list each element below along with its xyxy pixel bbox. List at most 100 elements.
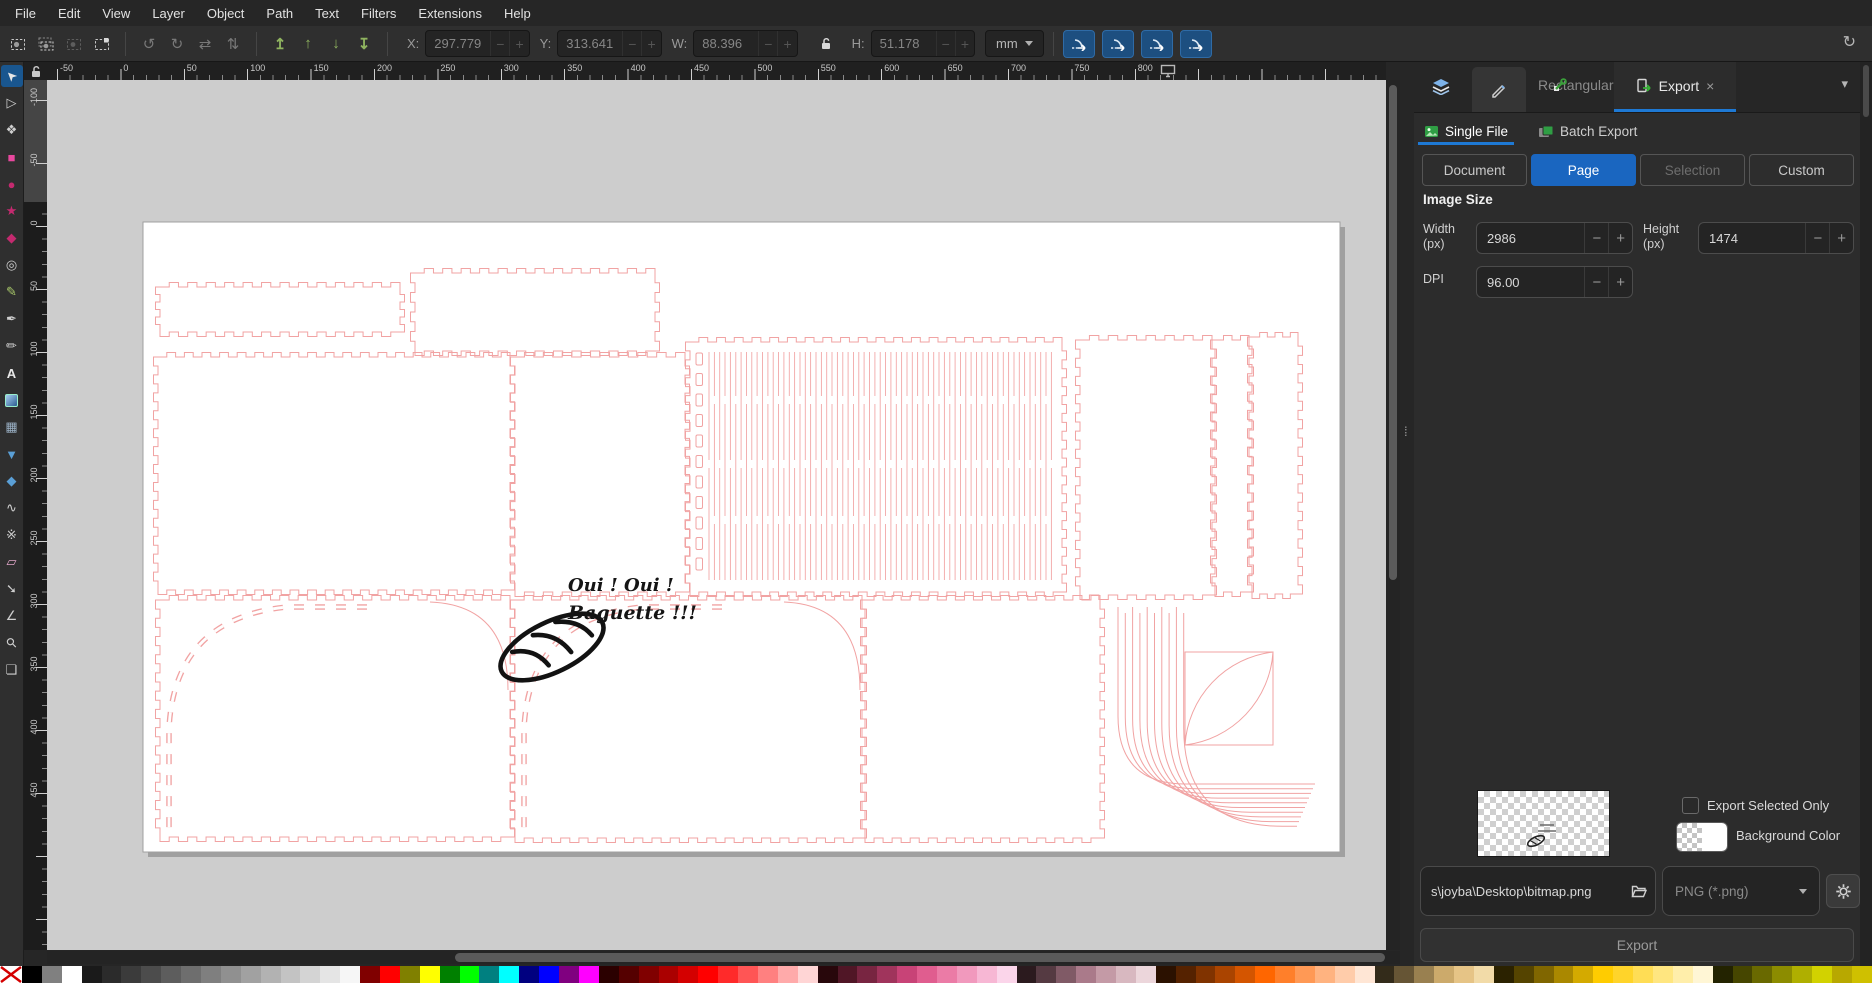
horizontal-scrollbar[interactable] <box>47 951 1400 964</box>
palette-swatch[interactable] <box>678 966 698 983</box>
palette-swatch[interactable] <box>281 966 301 983</box>
tweak-tool[interactable]: ∿ <box>1 497 23 519</box>
palette-swatch[interactable] <box>1534 966 1554 983</box>
zoom-tool[interactable]: ⚲ <box>1 632 23 654</box>
palette-swatch[interactable] <box>300 966 320 983</box>
flip-horizontal-icon[interactable]: ⇄ <box>191 31 219 57</box>
palette-swatch[interactable] <box>1733 966 1753 983</box>
scale-stroke-toggle[interactable] <box>1063 30 1095 58</box>
menu-path[interactable]: Path <box>255 2 304 25</box>
palette-swatch[interactable] <box>460 966 480 983</box>
palette-swatch[interactable] <box>1235 966 1255 983</box>
palette-swatch[interactable] <box>1812 966 1832 983</box>
height-value[interactable]: 1474 <box>1709 231 1805 246</box>
mesh-gradient-tool[interactable]: ▦ <box>1 416 23 438</box>
rotate-cw-icon[interactable]: ↻ <box>163 31 191 57</box>
filename-field[interactable] <box>1420 866 1656 916</box>
flip-vertical-icon[interactable]: ⇅ <box>219 31 247 57</box>
area-button-custom[interactable]: Custom <box>1749 154 1854 186</box>
vertical-ruler[interactable]: -100-50050100150200250300350400450 <box>24 80 47 950</box>
vertical-scrollbar[interactable] <box>1386 80 1400 950</box>
menu-help[interactable]: Help <box>493 2 542 25</box>
palette-swatch[interactable] <box>957 966 977 983</box>
minus-button[interactable]: − <box>1584 223 1608 253</box>
area-button-selection[interactable]: Selection <box>1640 154 1745 186</box>
palette-swatch[interactable] <box>559 966 579 983</box>
palette-swatch[interactable] <box>798 966 818 983</box>
plus-button[interactable]: + <box>1608 223 1632 253</box>
text-tool[interactable]: A <box>1 362 23 384</box>
palette-swatch[interactable] <box>82 966 102 983</box>
select-all-layers-icon[interactable] <box>32 31 60 57</box>
format-dropdown[interactable]: PNG (*.png) <box>1662 866 1820 916</box>
palette-swatch[interactable] <box>1554 966 1574 983</box>
panel-splitter[interactable]: ⁞ <box>1400 62 1414 966</box>
star-tool[interactable]: ★ <box>1 200 23 222</box>
v-scrollbar-thumb[interactable] <box>1389 85 1397 580</box>
palette-swatch[interactable] <box>1375 966 1395 983</box>
palette-swatch[interactable] <box>579 966 599 983</box>
palette-swatch[interactable] <box>917 966 937 983</box>
palette-swatch[interactable] <box>1693 966 1713 983</box>
palette-swatch[interactable] <box>619 966 639 983</box>
palette-swatch[interactable] <box>937 966 957 983</box>
tab-layers[interactable] <box>1430 78 1452 100</box>
palette-swatch[interactable] <box>201 966 221 983</box>
palette-swatch[interactable] <box>1673 966 1693 983</box>
palette-swatch[interactable] <box>1633 966 1653 983</box>
palette-swatch[interactable] <box>1573 966 1593 983</box>
export-selected-only[interactable]: Export Selected Only <box>1682 797 1829 814</box>
palette-swatch[interactable] <box>1772 966 1792 983</box>
palette-swatch[interactable] <box>360 966 380 983</box>
palette-swatch[interactable] <box>1613 966 1633 983</box>
palette-swatch[interactable] <box>1116 966 1136 983</box>
x-input[interactable]: 297.779−+ <box>425 30 529 57</box>
tab-rectangular-grid[interactable]: Rectangular <box>1538 77 1567 93</box>
palette-swatch[interactable] <box>1295 966 1315 983</box>
palette-swatch[interactable] <box>997 966 1017 983</box>
palette-swatch[interactable] <box>1335 966 1355 983</box>
panel-scrollbar[interactable] <box>1860 62 1872 966</box>
palette-swatch[interactable] <box>1036 966 1056 983</box>
palette-swatch[interactable] <box>479 966 499 983</box>
selection-box-icon[interactable] <box>88 31 116 57</box>
palette-swatch[interactable] <box>1076 966 1096 983</box>
plus-button[interactable]: + <box>1608 267 1632 297</box>
gradient-tool[interactable] <box>1 389 23 411</box>
palette-swatch[interactable] <box>1355 966 1375 983</box>
eraser-tool[interactable]: ▱ <box>1 551 23 573</box>
palette-swatch[interactable] <box>1713 966 1733 983</box>
ruler-lock-corner[interactable] <box>24 62 47 80</box>
palette-swatch[interactable] <box>261 966 281 983</box>
palette-swatch[interactable] <box>1454 966 1474 983</box>
width-value[interactable]: 2986 <box>1487 231 1584 246</box>
no-color-swatch[interactable] <box>0 966 22 983</box>
palette-swatch[interactable] <box>1792 966 1812 983</box>
palette-swatch[interactable] <box>857 966 877 983</box>
area-button-page[interactable]: Page <box>1531 154 1636 186</box>
menu-extensions[interactable]: Extensions <box>407 2 493 25</box>
palette-swatch[interactable] <box>778 966 798 983</box>
palette-swatch[interactable] <box>161 966 181 983</box>
canvas[interactable]: Oui ! Oui !Baguette !!! <box>47 80 1386 950</box>
palette-swatch[interactable] <box>1215 966 1235 983</box>
palette-swatch[interactable] <box>1394 966 1414 983</box>
menu-edit[interactable]: Edit <box>47 2 91 25</box>
minus-button[interactable]: − <box>1584 267 1608 297</box>
palette-swatch[interactable] <box>440 966 460 983</box>
palette-swatch[interactable] <box>1017 966 1037 983</box>
palette-swatch[interactable] <box>1852 966 1872 983</box>
minus-button[interactable]: − <box>936 31 955 56</box>
plus-button[interactable]: + <box>1829 223 1853 253</box>
unit-dropdown[interactable]: mm <box>985 30 1044 57</box>
palette-swatch[interactable] <box>1315 966 1335 983</box>
minus-button[interactable]: − <box>490 31 509 56</box>
select-all-icon[interactable] <box>4 31 32 57</box>
palette-swatch[interactable] <box>1056 966 1076 983</box>
pages-tool[interactable]: ❏ <box>1 659 23 681</box>
shape-builder-tool[interactable]: ❖ <box>1 119 23 141</box>
y-input[interactable]: 313.641−+ <box>557 30 661 57</box>
tab-objects[interactable] <box>1472 67 1526 112</box>
palette-swatch[interactable] <box>22 966 42 983</box>
tab-batch-export[interactable]: Batch Export <box>1536 112 1639 150</box>
